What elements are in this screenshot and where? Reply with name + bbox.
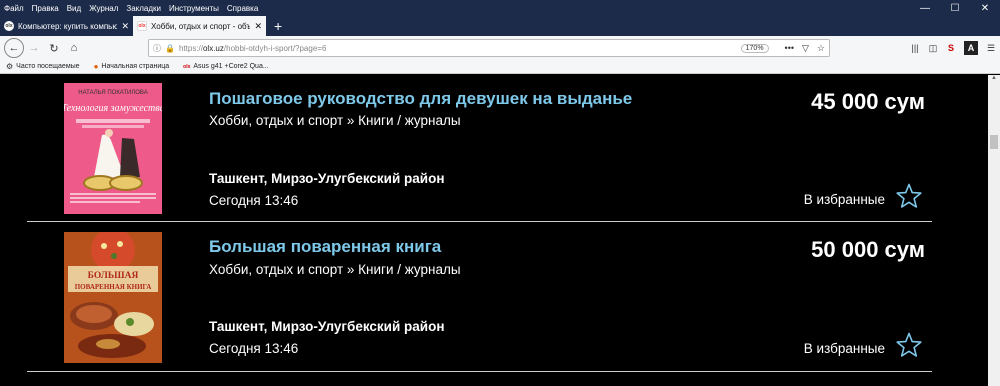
reload-button[interactable]: ↻ [44, 38, 64, 58]
listing-title[interactable]: Пошаговое руководство для девушек на выд… [209, 89, 632, 109]
tab-close-icon[interactable]: ✕ [121, 21, 129, 32]
scrollbar-thumb[interactable] [990, 135, 998, 149]
home-button[interactable]: ⌂ [64, 38, 84, 58]
add-to-favorites-label[interactable]: В избранные [804, 192, 885, 207]
scroll-up-arrow-icon[interactable]: ▲ [988, 75, 1000, 85]
gear-icon: ⚙ [6, 62, 14, 71]
minimize-button[interactable]: — [910, 0, 940, 16]
menu-tools[interactable]: Инструменты [165, 4, 223, 13]
menu-edit[interactable]: Правка [28, 4, 63, 13]
book-cover-illustration: НАТАЛЬЯ ПОКАТИЛОВА Технология замужества [64, 83, 162, 214]
listing-date: Сегодня 13:46 [209, 193, 299, 208]
listing-price: 50 000 сум [811, 237, 925, 262]
favorite-star-icon[interactable] [896, 332, 922, 358]
sidebar-icon[interactable]: ◫ [924, 39, 942, 57]
maximize-button[interactable]: ☐ [940, 0, 970, 16]
listing-title[interactable]: Большая поваренная книга [209, 237, 441, 257]
menu-bookmarks[interactable]: Закладки [122, 4, 165, 13]
extension-a-icon[interactable]: A [964, 41, 978, 55]
bookmark-most-visited[interactable]: ⚙ Часто посещаемые [6, 62, 80, 71]
olx-icon: olx [183, 63, 191, 70]
listing-divider [27, 371, 932, 372]
pocket-icon[interactable]: ▽ [802, 43, 809, 54]
tab-computers[interactable]: olx Компьютер: купить компьюте ✕ [0, 16, 133, 36]
navigation-bar: ← → ↻ ⌂ ⓘ 🔒 https://olx.uz/hobbi-otdyh-i… [0, 36, 1000, 60]
bookmark-asus[interactable]: olx Asus g41 +Core2 Qua... [183, 63, 269, 70]
tab-title: Хобби, отдых и спорт - объяв [151, 21, 251, 31]
favorite-star-icon[interactable] [896, 183, 922, 209]
svg-text:Технология замужества: Технология замужества [64, 103, 162, 114]
extension-s-icon[interactable]: S [942, 39, 960, 57]
bookmark-start-page[interactable]: ● Начальная страница [94, 62, 170, 71]
listing-divider [27, 221, 932, 222]
close-window-button[interactable]: ✕ [970, 0, 1000, 16]
menu-history[interactable]: Журнал [85, 4, 122, 13]
browser-window: Файл Правка Вид Журнал Закладки Инструме… [0, 0, 1000, 386]
bookmarks-bar: ⚙ Часто посещаемые ● Начальная страница ol… [0, 60, 1000, 74]
listing-date: Сегодня 13:46 [209, 341, 299, 356]
listing-location: Ташкент, Мирзо-Улугбекский район [209, 171, 445, 186]
book-cover-image[interactable]: НАТАЛЬЯ ПОКАТИЛОВА Технология замужества [64, 83, 162, 214]
page-content: НАТАЛЬЯ ПОКАТИЛОВА Технология замужества… [0, 75, 988, 386]
vertical-scrollbar[interactable]: ▲ [988, 75, 1000, 386]
listing-location: Ташкент, Мирзо-Улугбекский район [209, 319, 445, 334]
url-bar[interactable]: ⓘ 🔒 https://olx.uz/hobbi-otdyh-i-sport/?… [148, 39, 830, 57]
add-to-favorites-label[interactable]: В избранные [804, 341, 885, 356]
svg-text:НАТАЛЬЯ ПОКАТИЛОВА: НАТАЛЬЯ ПОКАТИЛОВА [78, 90, 147, 96]
library-icon[interactable]: ||| [906, 39, 924, 57]
menu-view[interactable]: Вид [63, 4, 85, 13]
url-text[interactable]: https://olx.uz/hobbi-otdyh-i-sport/?page… [179, 44, 741, 53]
toolbar-icons: ||| ◫ S A ☰ [906, 36, 1000, 60]
book-cover-image[interactable]: БОЛЬШАЯ ПОВАРЕННАЯ КНИГА [64, 232, 162, 363]
info-icon[interactable]: ⓘ [153, 43, 161, 54]
menu-bar: Файл Правка Вид Журнал Закладки Инструме… [0, 0, 1000, 16]
listing-item: НАТАЛЬЯ ПОКАТИЛОВА Технология замужества… [27, 75, 932, 218]
new-tab-button[interactable]: + [266, 16, 290, 36]
forward-button[interactable]: → [24, 38, 44, 58]
window-controls: — ☐ ✕ [910, 0, 1000, 16]
tab-bar: olx Компьютер: купить компьюте ✕ olx Хоб… [0, 16, 1000, 36]
olx-favicon-icon: olx [137, 21, 147, 31]
listing-item: БОЛЬШАЯ ПОВАРЕННАЯ КНИГА Большая поварен… [27, 225, 932, 375]
olx-favicon-icon: olx [4, 21, 14, 31]
svg-text:БОЛЬШАЯ: БОЛЬШАЯ [88, 271, 139, 281]
lock-icon[interactable]: 🔒 [165, 44, 175, 53]
listing-category: Хобби, отдых и спорт » Книги / журналы [209, 113, 461, 128]
bookmark-star-icon[interactable]: ☆ [817, 43, 825, 54]
tab-hobby[interactable]: olx Хобби, отдых и спорт - объяв ✕ [133, 16, 266, 36]
svg-text:ПОВАРЕННАЯ КНИГА: ПОВАРЕННАЯ КНИГА [75, 283, 152, 291]
menu-icon[interactable]: ☰ [982, 39, 1000, 57]
zoom-level[interactable]: 170% [740, 43, 769, 53]
page-actions-icon[interactable]: ••• [785, 43, 794, 53]
book-cover-illustration: БОЛЬШАЯ ПОВАРЕННАЯ КНИГА [64, 232, 162, 363]
tab-title: Компьютер: купить компьюте [18, 21, 118, 31]
menu-file[interactable]: Файл [0, 4, 28, 13]
listing-price: 45 000 сум [811, 89, 925, 114]
menu-help[interactable]: Справка [223, 4, 262, 13]
firefox-icon: ● [93, 62, 99, 71]
listing-category: Хобби, отдых и спорт » Книги / журналы [209, 262, 461, 277]
tab-close-icon[interactable]: ✕ [254, 21, 262, 32]
back-button[interactable]: ← [4, 38, 24, 58]
